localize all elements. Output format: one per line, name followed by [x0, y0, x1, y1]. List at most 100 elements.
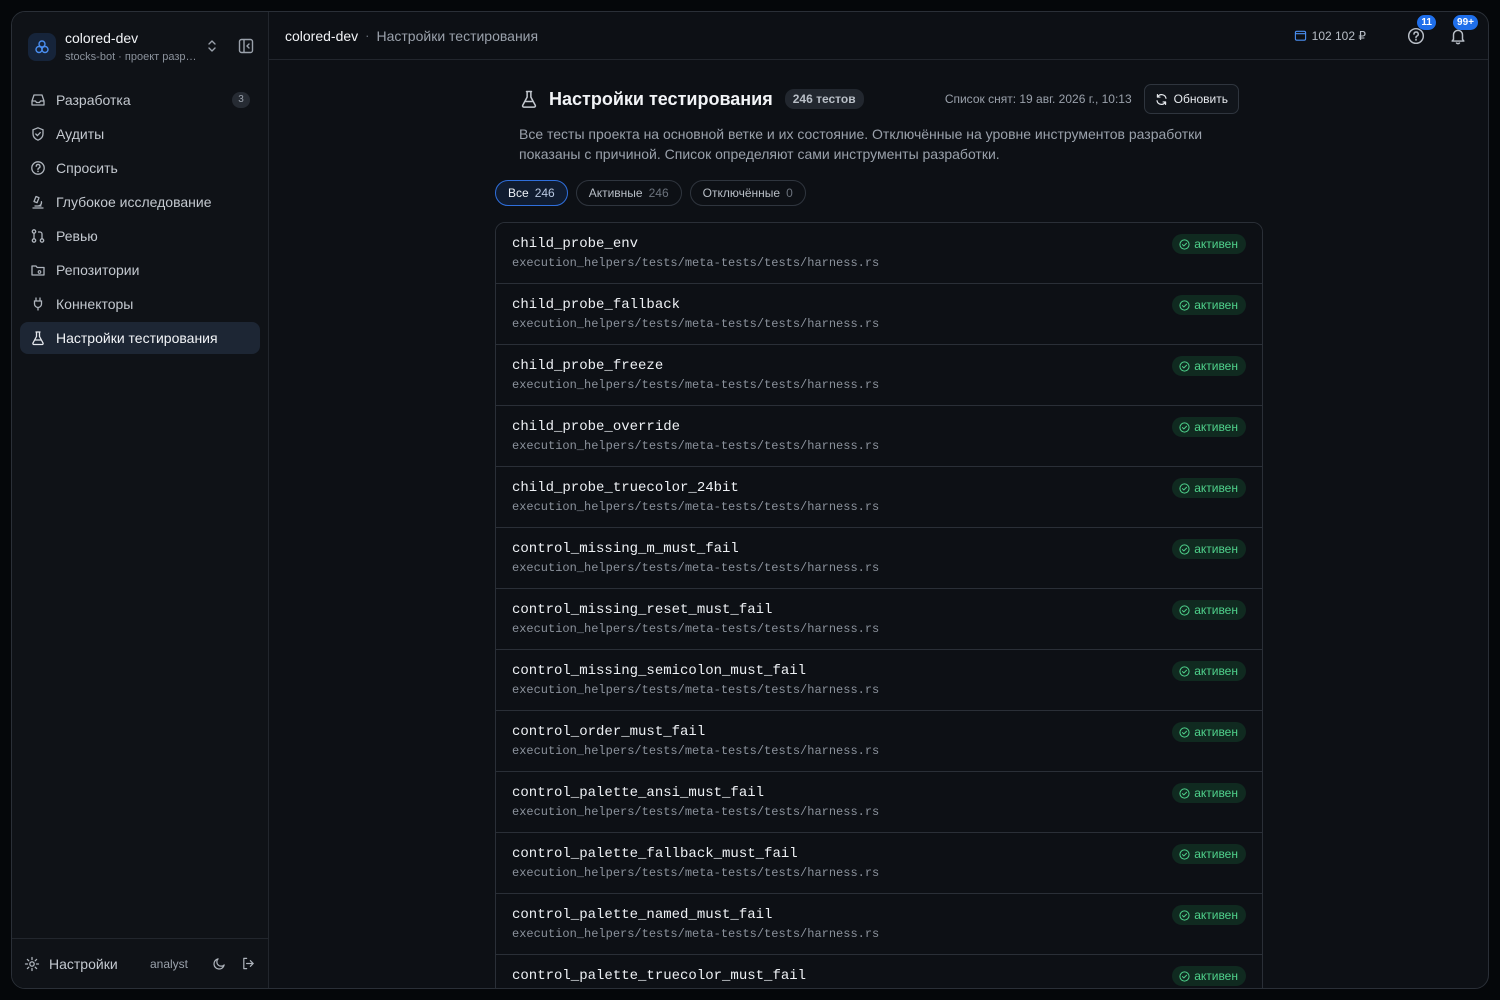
table-row[interactable]: control_palette_fallback_must_fail execut… [496, 833, 1262, 894]
test-name: control_palette_ansi_must_fail [512, 785, 765, 801]
sidebar-item-repositories[interactable]: Репозитории [20, 254, 260, 286]
refresh-icon [1155, 93, 1174, 106]
status-badge: активен [1172, 417, 1246, 437]
shield-check-icon [30, 126, 46, 142]
snapshot-time: Список снят: 19 авг. 2026 г., 10:13 [944, 92, 1132, 106]
status-badge: активен [1172, 783, 1246, 803]
check-circle-icon [1179, 665, 1194, 677]
test-name: control_palette_truecolor_must_fail [512, 968, 807, 984]
sidebar-item-label: Коннекторы [56, 296, 134, 312]
test-path: execution_helpers/tests/meta-tests/tests… [512, 500, 880, 514]
filter-active[interactable]: Активные 246 [575, 180, 682, 206]
gear-icon [24, 956, 40, 972]
table-row[interactable]: control_palette_truecolor_must_failexecu… [496, 955, 1262, 988]
chevron-up-down-icon[interactable] [206, 38, 218, 59]
status-label: активен [1194, 847, 1238, 861]
test-name: control_missing_reset_must_fail [512, 602, 773, 618]
table-row[interactable]: control_palette_named_must_fail execution… [496, 894, 1262, 955]
filter-label: Активные [588, 186, 643, 200]
refresh-button[interactable]: Обновить [1143, 84, 1239, 114]
test-path: execution_helpers/tests/meta-tests/tests… [512, 927, 880, 941]
check-circle-icon [1179, 421, 1194, 433]
sidebar-item-deep-research[interactable]: Глубокое исследование [20, 186, 260, 218]
sidebar-item-testing-settings[interactable]: Настройки тестирования [20, 322, 260, 354]
balance-value: 102 102 ₽ [1311, 28, 1366, 43]
status-badge: активен [1172, 600, 1246, 620]
filter-all[interactable]: Все 246 [495, 180, 568, 206]
test-count-badge: 246 тестов [784, 89, 864, 109]
sidebar-collapse-icon[interactable] [237, 37, 255, 60]
topbar: colored-dev · Настройки тестирования 102… [269, 12, 1488, 60]
sidebar-item-label: Репозитории [56, 262, 140, 278]
status-badge: активен [1172, 478, 1246, 498]
status-label: активен [1194, 298, 1238, 312]
flask-icon [30, 330, 46, 346]
table-row[interactable]: child_probe_override execution_helpers/te… [496, 406, 1262, 467]
table-row[interactable]: control_order_must_fail execution_helpers… [496, 711, 1262, 772]
count-badge: 3 [232, 92, 250, 108]
sidebar-item-review[interactable]: Ревью [20, 220, 260, 252]
status-label: активен [1194, 725, 1238, 739]
breadcrumb-current: Настройки тестирования [376, 27, 539, 44]
status-label: активен [1194, 481, 1238, 495]
sidebar-item-ask[interactable]: Спросить [20, 152, 260, 184]
sidebar-item-connectors[interactable]: Коннекторы [20, 288, 260, 320]
moon-icon[interactable] [212, 956, 227, 971]
check-circle-icon [1179, 787, 1194, 799]
test-path: execution_helpers/tests/meta-tests/tests… [512, 378, 880, 392]
test-name: child_probe_fallback [512, 297, 681, 313]
status-label: активен [1194, 664, 1238, 678]
table-row[interactable]: child_probe_fallback execution_helpers/te… [496, 284, 1262, 345]
table-row[interactable]: control_missing_semicolon_must_fail execu… [496, 650, 1262, 711]
balance[interactable]: 102 102 ₽ [1294, 29, 1366, 43]
help-button[interactable]: 11 [1402, 14, 1436, 50]
question-circle-icon [30, 160, 46, 176]
sidebar-item-development[interactable]: Разработка 3 [20, 84, 260, 116]
workspace-name: colored-dev [65, 30, 139, 46]
status-label: активен [1194, 542, 1238, 556]
page-description: Все тесты проекта на основной ветке и их… [519, 126, 1203, 162]
filter-disabled[interactable]: Отключённые 0 [689, 180, 806, 206]
help-badge: 11 [1417, 14, 1436, 30]
status-label: активен [1194, 786, 1238, 800]
settings-label: Настройки [49, 955, 118, 972]
flask-icon [519, 89, 539, 109]
check-circle-icon [1179, 299, 1194, 311]
check-circle-icon [1179, 482, 1194, 494]
sidebar-item-audits[interactable]: Аудиты [20, 118, 260, 150]
table-row[interactable]: control_missing_m_must_fail execution_hel… [496, 528, 1262, 589]
folder-git-icon [30, 262, 46, 278]
logout-icon[interactable] [241, 956, 256, 971]
filter-label: Отключённые [702, 186, 781, 200]
plug-icon [30, 296, 46, 312]
sidebar-footer: Настройки analyst [12, 938, 268, 988]
status-badge: активен [1172, 722, 1246, 742]
breadcrumb-separator: · [365, 28, 370, 43]
test-path: execution_helpers/tests/meta-tests/tests… [512, 866, 880, 880]
notifications-button[interactable]: 99+ [1444, 14, 1478, 50]
table-row[interactable]: child_probe_truecolor_24bit execution_hel… [496, 467, 1262, 528]
test-name: control_order_must_fail [512, 724, 706, 740]
sidebar-nav: Разработка 3 Аудиты Спросить Глубокое ис… [20, 84, 260, 356]
check-circle-icon [1179, 238, 1194, 250]
status-badge: активен [1172, 966, 1246, 986]
sidebar-item-label: Разработка [56, 92, 131, 108]
test-path: execution_helpers/tests/meta-tests/tests… [512, 561, 880, 575]
check-circle-icon [1179, 909, 1194, 921]
workspace-switcher[interactable]: colored-dev stocks-bot · проект разр… [28, 30, 258, 64]
test-path: execution_helpers/tests/meta-tests/tests… [512, 805, 880, 819]
check-circle-icon [1179, 726, 1194, 738]
test-list: child_probe_env execution_helpers/tests/m… [495, 222, 1263, 988]
table-row[interactable]: control_palette_ansi_must_fail execution_… [496, 772, 1262, 833]
table-row[interactable]: child_probe_env execution_helpers/tests/m… [496, 223, 1262, 284]
sidebar-item-label: Ревью [56, 228, 98, 244]
settings-button[interactable]: Настройки [24, 956, 118, 972]
breadcrumb-project[interactable]: colored-dev [285, 28, 358, 44]
inbox-icon [30, 92, 46, 108]
status-badge: активен [1172, 234, 1246, 254]
test-path: execution_helpers/tests/meta-tests/tests… [512, 317, 880, 331]
status-label: активен [1194, 359, 1238, 373]
test-name: control_missing_semicolon_must_fail [512, 663, 807, 679]
table-row[interactable]: control_missing_reset_must_fail execution… [496, 589, 1262, 650]
table-row[interactable]: child_probe_freeze execution_helpers/test… [496, 345, 1262, 406]
